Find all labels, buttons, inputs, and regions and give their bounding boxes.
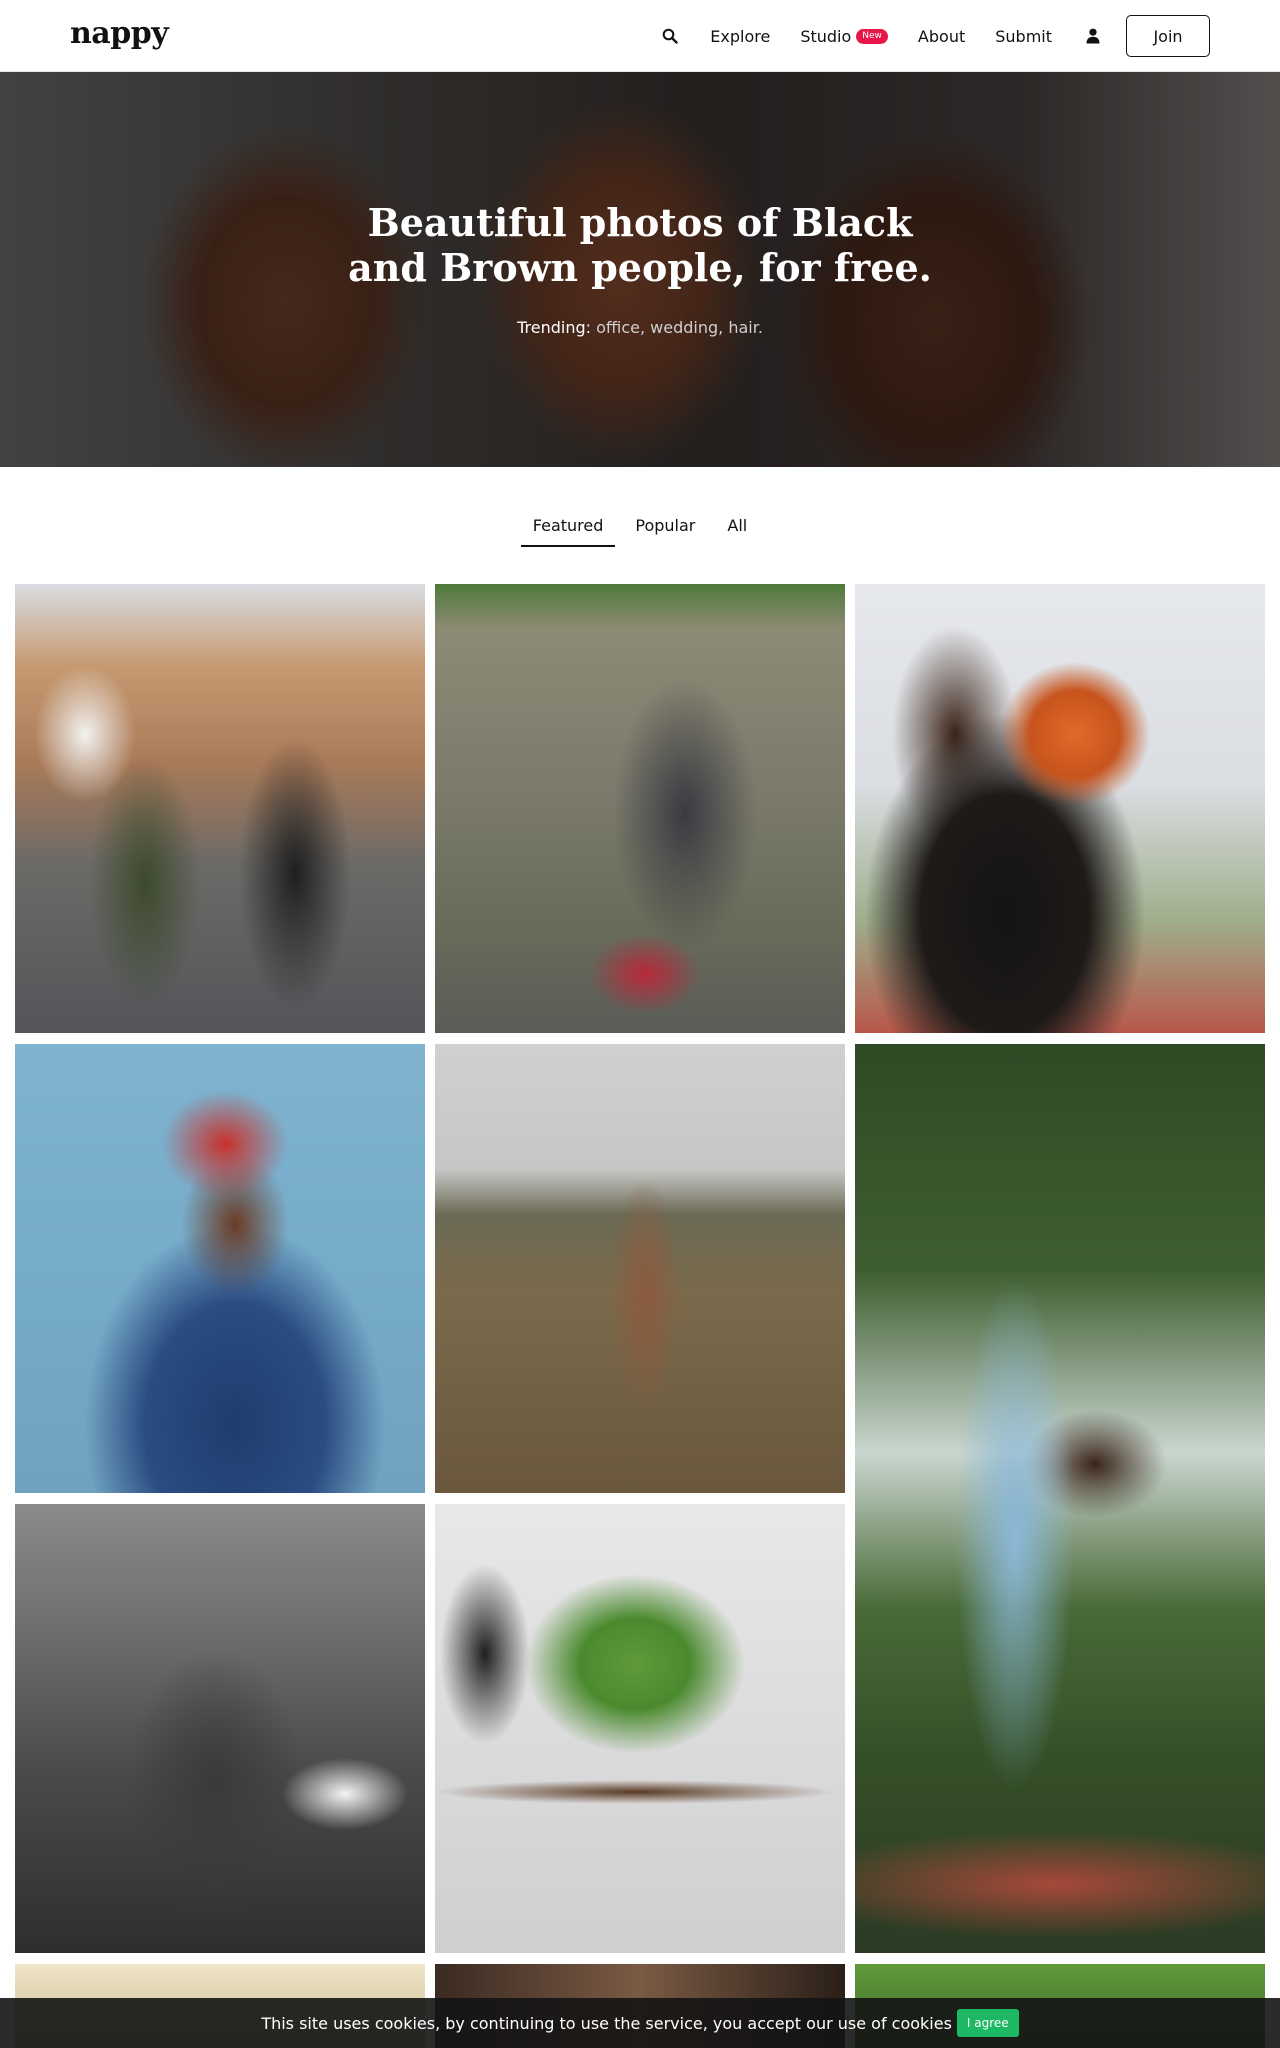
trending-label: Trending: [517, 318, 591, 337]
new-badge: New [856, 28, 888, 44]
main-nav: Explore Studio New About Submit Join [658, 14, 1210, 58]
site-header: nappy Explore Studio New About Submit Jo… [0, 0, 1280, 72]
hero-banner: Beautiful photos of Black and Brown peop… [0, 72, 1280, 467]
nav-submit[interactable]: Submit [995, 27, 1052, 46]
gallery-tabs: Featured Popular All [0, 512, 1280, 547]
trending-terms[interactable]: office, wedding, hair. [596, 318, 763, 337]
photo-motorcycle-rider[interactable] [435, 584, 845, 1033]
hero-title: Beautiful photos of Black and Brown peop… [0, 200, 1280, 290]
tab-all[interactable]: All [715, 512, 759, 547]
photo-police-line[interactable] [15, 1504, 425, 1953]
photo-house-plant[interactable] [435, 1504, 845, 1953]
tab-featured[interactable]: Featured [520, 512, 616, 547]
photo-basketball-player[interactable] [855, 584, 1265, 1033]
photo-woman-in-field[interactable] [435, 1044, 845, 1493]
agree-button[interactable]: I agree [956, 2009, 1019, 2037]
nav-about[interactable]: About [918, 27, 965, 46]
nav-studio[interactable]: Studio New [800, 27, 888, 46]
photo-red-hair-woman[interactable] [15, 1044, 425, 1493]
hero-title-line-2: and Brown people, for free. [348, 245, 932, 290]
logo[interactable]: nappy [70, 16, 169, 51]
cookie-text: This site uses cookies, by continuing to… [261, 2013, 952, 2033]
photo-protest-march[interactable] [15, 584, 425, 1033]
nav-studio-label: Studio [800, 26, 852, 46]
hero-title-line-1: Beautiful photos of Black [367, 200, 913, 245]
trending-line: Trending: office, wedding, hair. [0, 318, 1280, 337]
join-button[interactable]: Join [1126, 15, 1210, 57]
search-icon[interactable] [658, 24, 682, 48]
user-icon[interactable] [1082, 25, 1104, 47]
tab-popular[interactable]: Popular [623, 512, 707, 547]
nav-explore[interactable]: Explore [710, 27, 770, 46]
photo-yoga-pose[interactable] [855, 1044, 1265, 1953]
cookie-banner: This site uses cookies, by continuing to… [0, 1998, 1280, 2048]
